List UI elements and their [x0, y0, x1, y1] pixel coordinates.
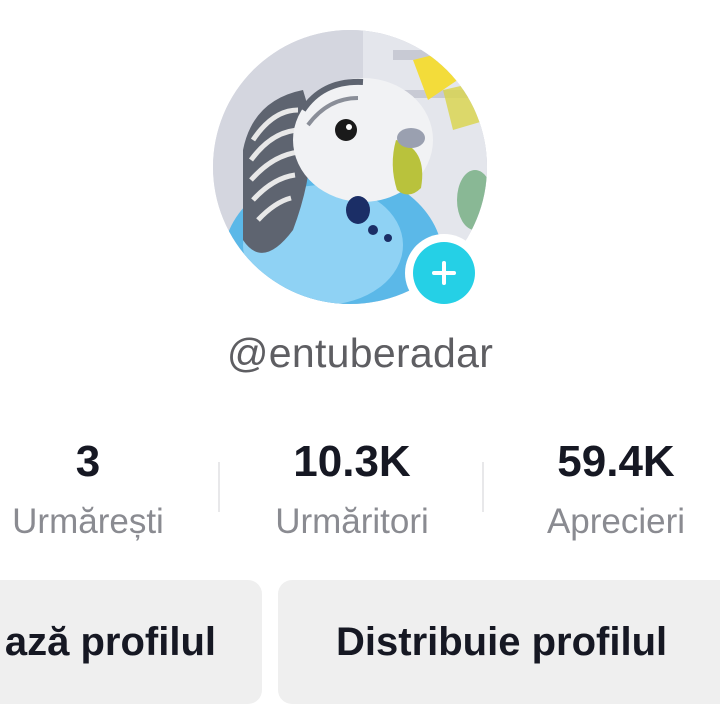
profile-page: @entuberadar 3 Urmărești 10.3K Urmăritor…: [0, 0, 720, 720]
username: @entuberadar: [226, 330, 494, 376]
plus-icon: [432, 261, 456, 285]
following-label: Urmărești: [12, 502, 164, 541]
followers-label: Urmăritori: [275, 502, 429, 541]
profile-stats: 3 Urmărești 10.3K Urmăritori 59.4K Aprec…: [0, 432, 720, 562]
stat-following[interactable]: 3 Urmărești: [0, 432, 198, 550]
likes-label: Aprecieri: [546, 502, 686, 541]
following-count: 3: [75, 437, 101, 486]
stat-divider: [482, 462, 484, 512]
stat-divider: [218, 462, 220, 512]
followers-count: 10.3K: [293, 437, 411, 486]
avatar-container: [213, 30, 487, 312]
share-profile-button[interactable]: Distribuie profilul: [278, 580, 720, 704]
edit-profile-button[interactable]: ază profilul: [0, 580, 262, 704]
add-badge-circle: [413, 242, 475, 304]
stat-followers[interactable]: 10.3K Urmăritori: [242, 432, 462, 550]
edit-profile-label: ază profilul: [4, 619, 216, 664]
share-profile-label: Distribuie profilul: [336, 619, 668, 664]
add-friend-button[interactable]: [405, 234, 483, 312]
stat-likes[interactable]: 59.4K Aprecieri: [506, 432, 720, 550]
likes-count: 59.4K: [557, 437, 675, 486]
